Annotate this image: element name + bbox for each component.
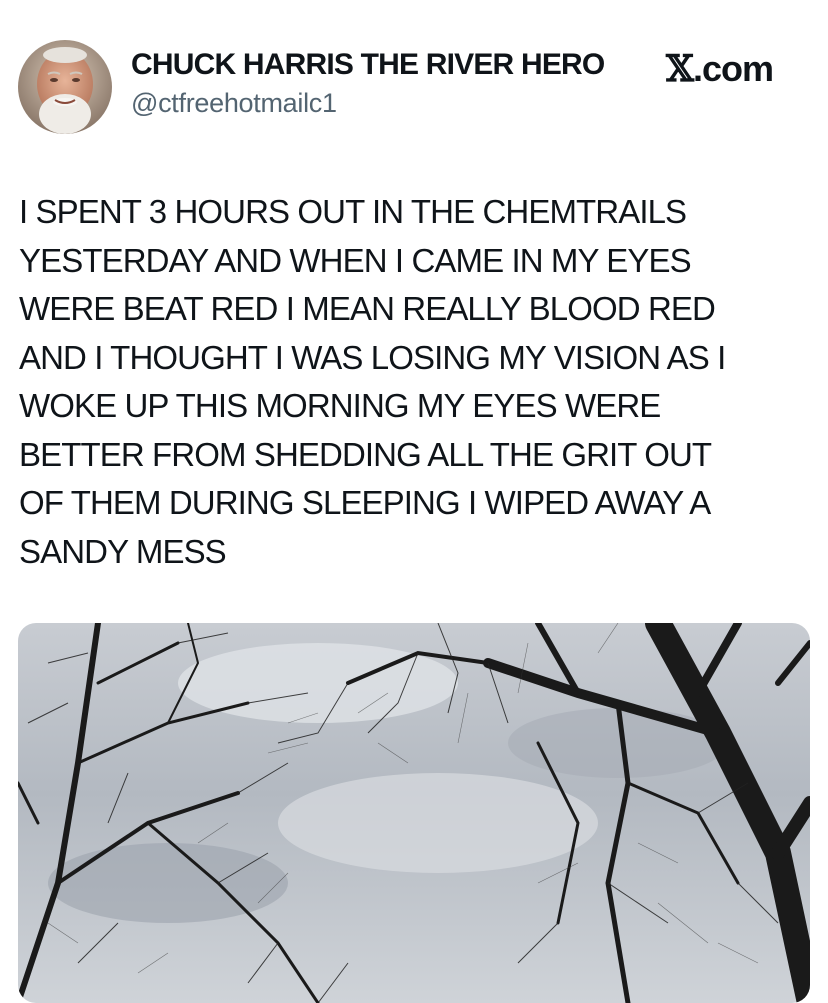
tweet-header: CHUCK HARRIS THE RIVER HERO @ctfreehotma… — [0, 0, 828, 150]
author-display-name[interactable]: CHUCK HARRIS THE RIVER HERO — [131, 48, 605, 82]
avatar[interactable] — [18, 40, 112, 134]
tweet-text-line: WERE BEAT RED I MEAN REALLY BLOOD RED — [19, 290, 716, 327]
tweet-text-line: BETTER FROM SHEDDING ALL THE GRIT OUT — [19, 435, 712, 473]
x-logo-suffix: .com — [692, 48, 774, 89]
tweet-text-line: OF THEM DURING SLEEPING I WIPED AWAY A — [19, 484, 711, 521]
tweet-text-line: SANDY MESS — [19, 532, 227, 570]
author-handle[interactable]: @ctfreehotmailc1 — [131, 88, 337, 119]
profile-photo-icon — [18, 40, 112, 134]
tweet-text-line: I SPENT 3 HOURS OUT IN THE CHEMTRAILS — [19, 193, 687, 230]
x-logo-icon: 𝕏 — [666, 48, 694, 90]
tweet-text: I SPENT 3 HOURS OUT IN THE CHEMTRAILS YE… — [19, 188, 809, 576]
sky-through-bare-trees-photo — [18, 623, 810, 1003]
tweet-text-line: AND I THOUGHT I WAS LOSING MY VISION AS … — [19, 338, 726, 376]
tweet-text-line: YESTERDAY AND WHEN I CAME IN MY EYES — [19, 241, 692, 279]
tweet-media-photo[interactable] — [18, 623, 810, 1003]
tweet-text-line: WOKE UP THIS MORNING MY EYES WERE — [19, 387, 661, 424]
x-com-logo: 𝕏.com — [666, 48, 774, 90]
